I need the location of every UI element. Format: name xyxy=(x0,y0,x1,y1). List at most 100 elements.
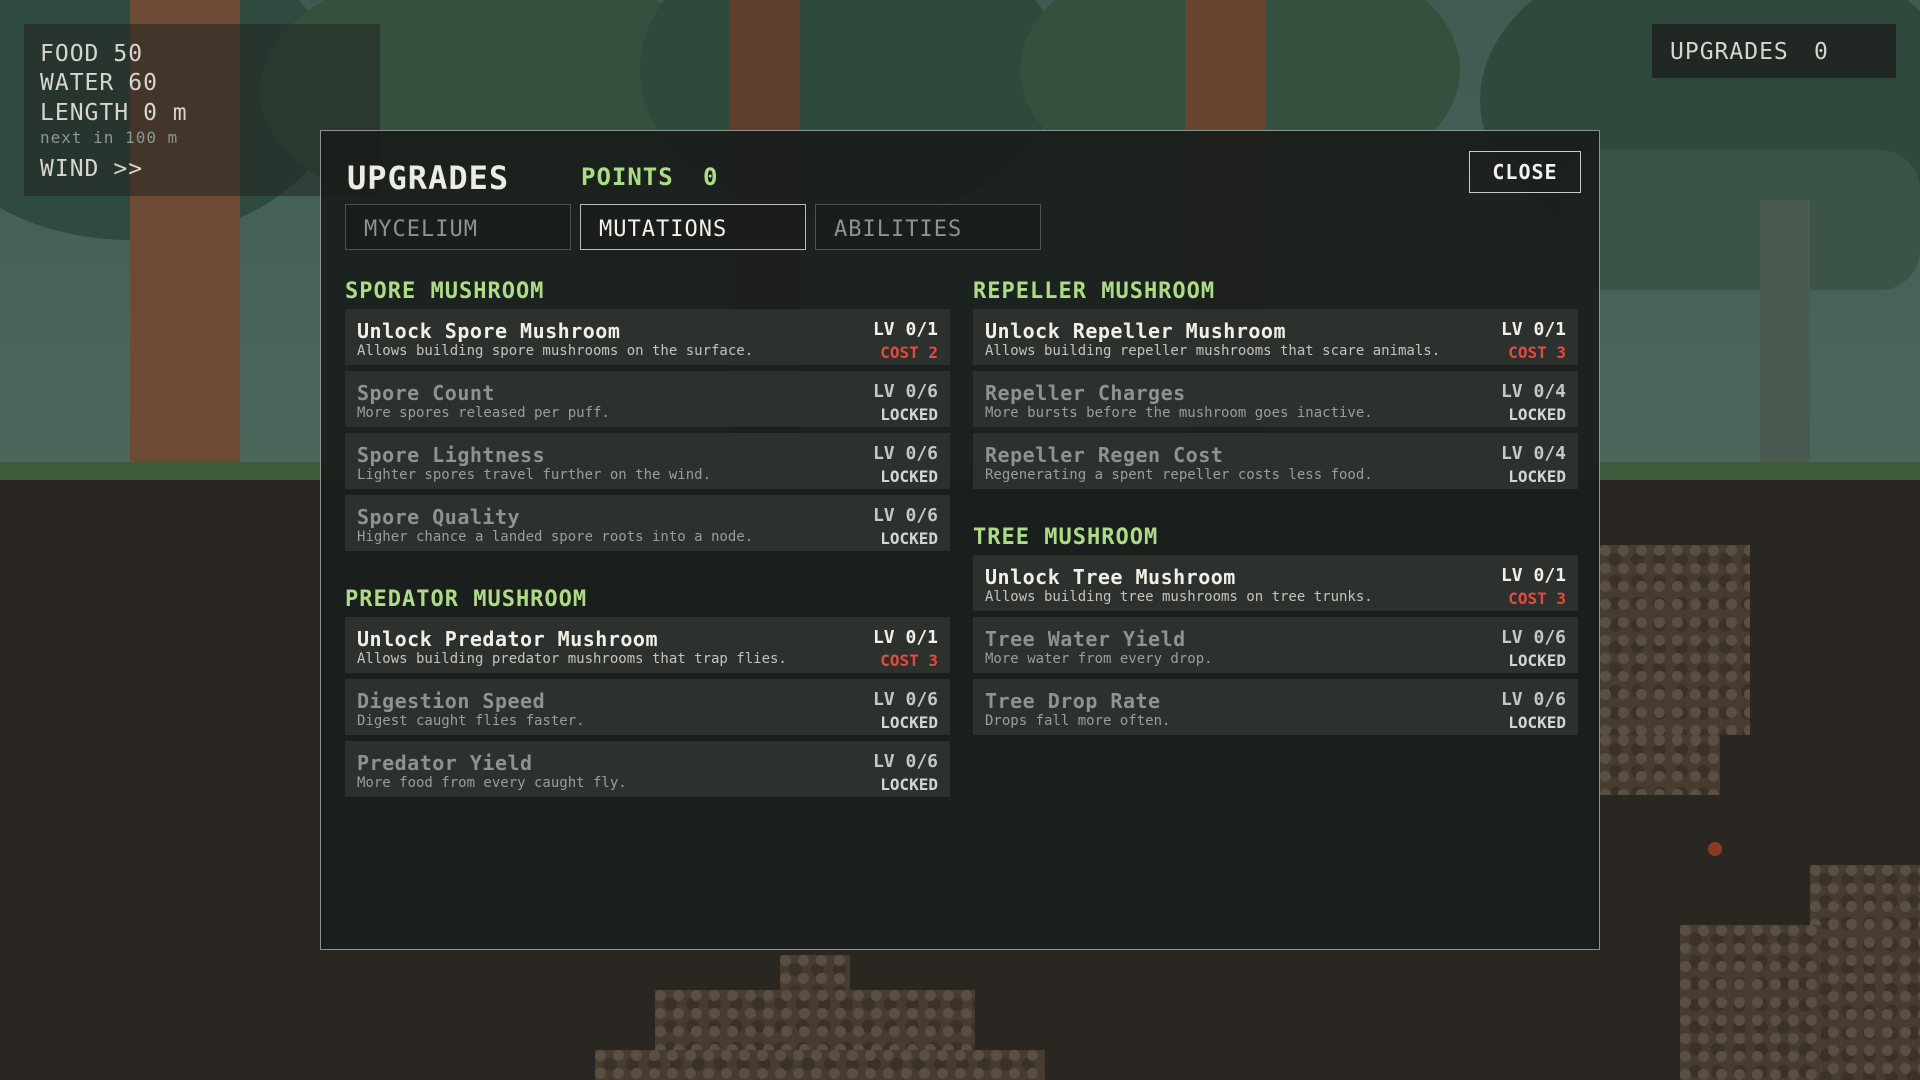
upgrade-description: Lighter spores travel further on the win… xyxy=(357,467,712,483)
upgrade-description: Allows building predator mushrooms that … xyxy=(357,651,787,667)
panel-title: UPGRADES xyxy=(347,159,510,197)
upgrade-description: More bursts before the mushroom goes ina… xyxy=(985,405,1373,421)
water-label: WATER xyxy=(40,70,115,96)
upgrade-card[interactable]: Unlock Tree Mushroom Allows building tre… xyxy=(973,555,1578,611)
upgrade-description: Digest caught flies faster. xyxy=(357,713,585,729)
upgrade-locked-status: LOCKED xyxy=(1508,467,1566,486)
upgrade-cost: COST 3 xyxy=(880,651,938,670)
tab-label: ABILITIES xyxy=(834,217,963,242)
upgrade-name: Spore Quality xyxy=(357,505,521,529)
upgrade-name: Unlock Tree Mushroom xyxy=(985,565,1236,589)
upgrade-card[interactable]: Tree Drop Rate Drops fall more often. LV… xyxy=(973,679,1578,735)
tab-abilities[interactable]: ABILITIES xyxy=(815,204,1041,250)
tree-canopy xyxy=(1560,150,1920,290)
upgrade-description: Higher chance a landed spore roots into … xyxy=(357,529,754,545)
upgrade-name: Digestion Speed xyxy=(357,689,546,713)
upgrade-cost: COST 3 xyxy=(1508,343,1566,362)
wind-direction-icon: >> xyxy=(113,156,144,182)
upgrade-level: LV 0/4 xyxy=(1500,443,1566,464)
upgrade-locked-status: LOCKED xyxy=(880,529,938,548)
tab-label: MUTATIONS xyxy=(599,217,728,242)
tab-mutations[interactable]: MUTATIONS xyxy=(580,204,806,250)
upgrade-description: More spores released per puff. xyxy=(357,405,610,421)
rock-cluster xyxy=(1600,735,1720,795)
upgrade-locked-status: LOCKED xyxy=(1508,651,1566,670)
next-milestone-text: next in 100 m xyxy=(40,128,179,147)
upgrade-name: Unlock Repeller Mushroom xyxy=(985,319,1286,343)
food-stat: FOOD 50 xyxy=(40,41,143,67)
upgrade-card[interactable]: Spore Count More spores released per puf… xyxy=(345,371,950,427)
upgrade-locked-status: LOCKED xyxy=(1508,713,1566,732)
length-label: LENGTH xyxy=(40,100,130,126)
upgrade-name: Repeller Regen Cost xyxy=(985,443,1224,467)
upgrade-card[interactable]: Spore Quality Higher chance a landed spo… xyxy=(345,495,950,551)
upgrade-level: LV 0/6 xyxy=(872,689,938,710)
length-stat: LENGTH 0 m xyxy=(40,100,188,126)
water-stat: WATER 60 xyxy=(40,70,158,96)
rock-cluster xyxy=(1810,865,1920,1080)
upgrades-counter-value: 0 xyxy=(1814,39,1829,65)
upgrade-card[interactable]: Digestion Speed Digest caught flies fast… xyxy=(345,679,950,735)
close-button[interactable]: CLOSE xyxy=(1469,151,1581,193)
upgrade-card[interactable]: Repeller Regen Cost Regenerating a spent… xyxy=(973,433,1578,489)
upgrade-name: Unlock Predator Mushroom xyxy=(357,627,658,651)
food-value: 50 xyxy=(113,41,144,67)
length-value: 0 m xyxy=(143,100,188,126)
tab-mycelium[interactable]: MYCELIUM xyxy=(345,204,571,250)
upgrade-card[interactable]: Unlock Spore Mushroom Allows building sp… xyxy=(345,309,950,365)
upgrades-counter-label: UPGRADES xyxy=(1670,39,1789,65)
upgrades-panel: UPGRADES POINTS 0 CLOSE MYCELIUM MUTATIO… xyxy=(320,130,1600,950)
upgrade-name: Tree Water Yield xyxy=(985,627,1186,651)
upgrade-description: More water from every drop. xyxy=(985,651,1213,667)
rock-cluster xyxy=(595,1050,1045,1080)
upgrade-level: LV 0/4 xyxy=(1500,381,1566,402)
upgrade-card[interactable]: Tree Water Yield More water from every d… xyxy=(973,617,1578,673)
upgrade-description: Drops fall more often. xyxy=(985,713,1171,729)
upgrade-locked-status: LOCKED xyxy=(880,713,938,732)
upgrade-level: LV 0/1 xyxy=(872,627,938,648)
upgrade-description: Allows building spore mushrooms on the s… xyxy=(357,343,754,359)
upgrade-level: LV 0/6 xyxy=(872,751,938,772)
upgrades-counter: UPGRADES 0 xyxy=(1652,24,1896,78)
points-label: POINTS xyxy=(581,163,674,191)
upgrade-level: LV 0/6 xyxy=(872,505,938,526)
upgrade-card[interactable]: Repeller Charges More bursts before the … xyxy=(973,371,1578,427)
upgrade-name: Repeller Charges xyxy=(985,381,1186,405)
upgrade-level: LV 0/6 xyxy=(1500,627,1566,648)
ember-dot xyxy=(1708,842,1722,856)
upgrade-card[interactable]: Unlock Repeller Mushroom Allows building… xyxy=(973,309,1578,365)
section-title: TREE MUSHROOM xyxy=(973,525,1159,550)
upgrade-card[interactable]: Predator Yield More food from every caug… xyxy=(345,741,950,797)
upgrade-level: LV 0/6 xyxy=(872,443,938,464)
rock-cluster xyxy=(780,955,850,995)
upgrade-description: Allows building tree mushrooms on tree t… xyxy=(985,589,1373,605)
upgrade-locked-status: LOCKED xyxy=(880,467,938,486)
upgrade-cost: COST 3 xyxy=(1508,589,1566,608)
section-title: REPELLER MUSHROOM xyxy=(973,279,1216,304)
upgrade-level: LV 0/1 xyxy=(1500,565,1566,586)
rock-cluster xyxy=(1600,545,1750,735)
tab-label: MYCELIUM xyxy=(364,217,478,242)
section-title: SPORE MUSHROOM xyxy=(345,279,545,304)
wind-label: WIND xyxy=(40,156,100,182)
upgrade-description: Allows building repeller mushrooms that … xyxy=(985,343,1441,359)
wind-stat: WIND >> xyxy=(40,156,143,182)
upgrade-card[interactable]: Spore Lightness Lighter spores travel fu… xyxy=(345,433,950,489)
tree-trunk xyxy=(1760,200,1810,470)
upgrade-name: Spore Count xyxy=(357,381,495,405)
upgrade-level: LV 0/1 xyxy=(1500,319,1566,340)
upgrade-description: More food from every caught fly. xyxy=(357,775,627,791)
section-title: PREDATOR MUSHROOM xyxy=(345,587,588,612)
upgrade-locked-status: LOCKED xyxy=(880,405,938,424)
upgrade-cost: COST 2 xyxy=(880,343,938,362)
upgrade-locked-status: LOCKED xyxy=(1508,405,1566,424)
upgrade-name: Unlock Spore Mushroom xyxy=(357,319,621,343)
upgrade-locked-status: LOCKED xyxy=(880,775,938,794)
upgrade-description: Regenerating a spent repeller costs less… xyxy=(985,467,1373,483)
upgrade-level: LV 0/6 xyxy=(1500,689,1566,710)
food-label: FOOD xyxy=(40,41,100,67)
upgrade-name: Predator Yield xyxy=(357,751,533,775)
upgrade-card[interactable]: Unlock Predator Mushroom Allows building… xyxy=(345,617,950,673)
upgrade-name: Spore Lightness xyxy=(357,443,546,467)
upgrade-name: Tree Drop Rate xyxy=(985,689,1161,713)
